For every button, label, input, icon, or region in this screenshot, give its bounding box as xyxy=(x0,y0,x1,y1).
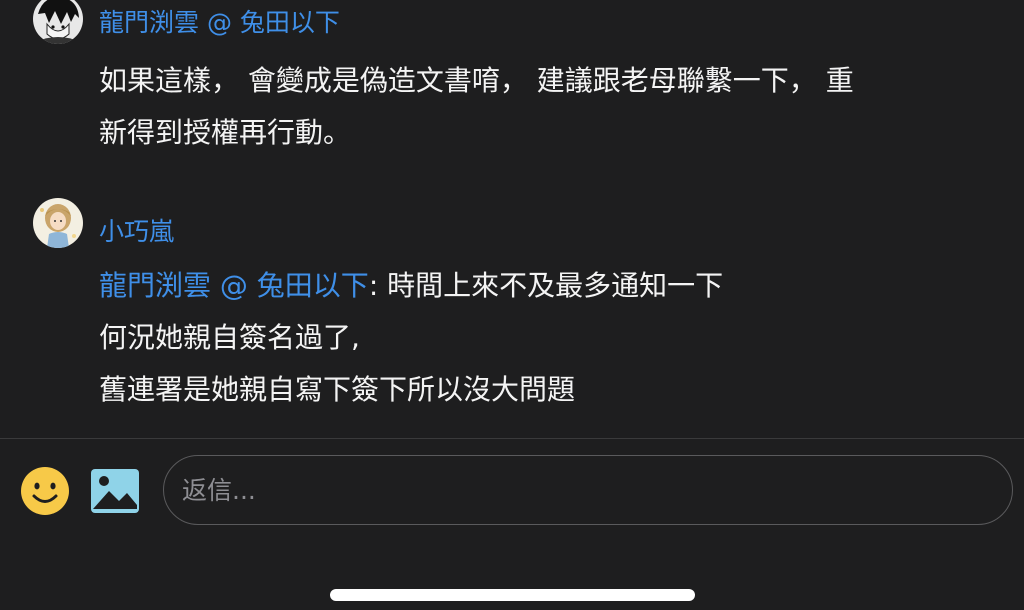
emoji-button[interactable] xyxy=(19,465,71,517)
comment-line: 如果這樣， 會變成是偽造文書唷， 建議跟老母聯繫一下， 重 xyxy=(99,64,854,97)
avatar[interactable] xyxy=(33,198,83,248)
comment-text: : 時間上來不及最多通知一下 xyxy=(368,269,724,302)
comment-thread-screen: 龍門渕雲 @ 兔田以下 如果這樣， 會變成是偽造文書唷， 建議跟老母聯繫一下， … xyxy=(0,0,1024,610)
comment-line: 龍門渕雲 @ 兔田以下: 時間上來不及最多通知一下 xyxy=(99,260,979,312)
smiley-face-icon xyxy=(21,467,69,515)
image-upload-icon xyxy=(91,469,139,513)
avatar[interactable] xyxy=(33,0,83,44)
manga-character-avatar-icon xyxy=(33,0,83,44)
comment-author[interactable]: 小巧嵐 xyxy=(99,212,174,248)
reply-box[interactable] xyxy=(163,455,1013,525)
illustrated-girl-avatar-icon xyxy=(33,198,83,248)
comment-line: 舊連署是她親自寫下簽下所以沒大問題 xyxy=(99,373,576,406)
comment-body: 如果這樣， 會變成是偽造文書唷， 建議跟老母聯繫一下， 重 新得到授權再行動。 xyxy=(99,55,979,159)
comment-author[interactable]: 龍門渕雲 @ 兔田以下 xyxy=(99,3,340,39)
reply-input[interactable] xyxy=(180,456,984,525)
comment-line: 何況她親自簽名過了, xyxy=(99,321,360,354)
comment-body: 龍門渕雲 @ 兔田以下: 時間上來不及最多通知一下 何況她親自簽名過了, 舊連署… xyxy=(99,260,979,416)
divider xyxy=(0,438,1024,439)
comment-line: 新得到授權再行動。 xyxy=(99,116,352,149)
image-upload-button[interactable] xyxy=(89,465,141,517)
mention-link[interactable]: 龍門渕雲 @ 兔田以下 xyxy=(99,269,369,302)
home-indicator[interactable] xyxy=(330,589,695,601)
